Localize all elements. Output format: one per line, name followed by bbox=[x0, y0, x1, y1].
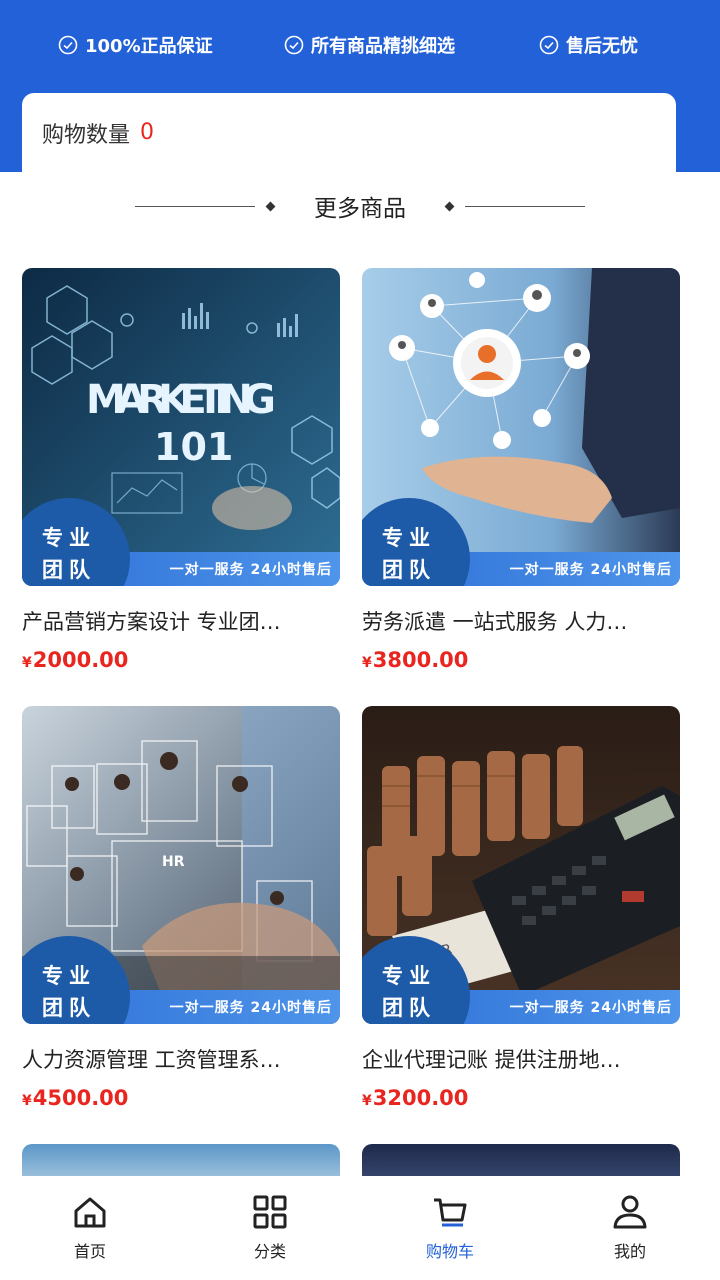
badge-line: 团队 bbox=[42, 996, 96, 1020]
product-card[interactable]: 一对一服务 24小时售后 专业 团队 劳务派遣 一站式服务 人力… ¥3800.… bbox=[362, 268, 680, 672]
svg-text:101: 101 bbox=[154, 425, 233, 469]
guarantee-aftersale: 售后无忧 bbox=[539, 32, 638, 58]
tab-label: 首页 bbox=[73, 1242, 106, 1261]
product-price: ¥3800.00 bbox=[362, 648, 680, 672]
badge-line: 专业 bbox=[382, 526, 436, 550]
guarantee-label: 100%正品保证 bbox=[85, 36, 213, 57]
price-value: 4500.00 bbox=[32, 1086, 129, 1110]
cart-icon bbox=[434, 1198, 467, 1227]
badge-line: 团队 bbox=[382, 558, 436, 582]
tab-label: 分类 bbox=[253, 1242, 286, 1261]
product-title[interactable]: 企业代理记账 提供注册地… bbox=[362, 1044, 680, 1074]
product-price: ¥4500.00 bbox=[22, 1086, 340, 1110]
cart-count-value: 0 bbox=[140, 120, 155, 145]
section-header: 更多商品 bbox=[0, 186, 720, 226]
home-icon bbox=[74, 1197, 106, 1228]
product-price: ¥3200.00 bbox=[362, 1086, 680, 1110]
bottom-tab-bar: 首页 分类 购物车 我的 bbox=[0, 1176, 720, 1280]
check-circle-icon bbox=[539, 35, 559, 55]
cart-summary[interactable]: 购物数量 0 bbox=[22, 93, 676, 172]
diamond-icon bbox=[444, 201, 455, 211]
section-title: 更多商品 bbox=[314, 196, 406, 222]
product-image[interactable]: HR 一对一服务 24小时售后 专业 团队 bbox=[22, 706, 340, 1024]
badge-line: 团队 bbox=[42, 558, 96, 582]
tab-label: 购物车 bbox=[425, 1242, 474, 1261]
diamond-icon bbox=[265, 201, 276, 211]
product-image[interactable]: AR 一对一服务 24小时售后 专业 团队 bbox=[362, 706, 680, 1024]
tab-cart[interactable]: 购物车 bbox=[360, 1176, 540, 1280]
user-icon bbox=[613, 1195, 647, 1229]
tab-category[interactable]: 分类 bbox=[180, 1176, 360, 1280]
product-card[interactable]: AR 一对一服务 24小时售后 专业 团队 企业代理记账 提供注册地… ¥320… bbox=[362, 706, 680, 1110]
product-image[interactable]: MARKETING 101 一对一服务 24小时售后 专业 团队 bbox=[22, 268, 340, 586]
product-title[interactable]: 产品营销方案设计 专业团… bbox=[22, 606, 340, 636]
badge-line: 专业 bbox=[382, 964, 436, 988]
guarantee-bar: 100%正品保证 所有商品精挑细选 售后无忧 bbox=[0, 28, 720, 62]
product-title[interactable]: 人力资源管理 工资管理系… bbox=[22, 1044, 340, 1074]
price-value: 3200.00 bbox=[372, 1086, 469, 1110]
tab-home[interactable]: 首页 bbox=[0, 1176, 180, 1280]
cart-count-label: 购物数量 bbox=[42, 122, 131, 148]
svg-text:HR: HR bbox=[162, 854, 185, 870]
product-card[interactable]: HR 一对一服务 24小时售后 专业 团队 人力资源管理 工资管理系… ¥450… bbox=[22, 706, 340, 1110]
currency-symbol: ¥ bbox=[362, 655, 372, 671]
currency-symbol: ¥ bbox=[22, 1093, 32, 1109]
badge-line: 专业 bbox=[42, 964, 96, 988]
check-circle-icon bbox=[58, 35, 78, 55]
product-price: ¥2000.00 bbox=[22, 648, 340, 672]
guarantee-selected: 所有商品精挑细选 bbox=[284, 32, 455, 58]
guarantee-authentic: 100%正品保证 bbox=[58, 32, 213, 58]
product-image[interactable]: 一对一服务 24小时售后 专业 团队 bbox=[362, 268, 680, 586]
badge-line: 专业 bbox=[42, 526, 96, 550]
currency-symbol: ¥ bbox=[22, 655, 32, 671]
product-card[interactable]: MARKETING 101 一对一服务 24小时售后 专业 团队 产品营销方案设… bbox=[22, 268, 340, 672]
guarantee-label: 售后无忧 bbox=[566, 36, 638, 57]
guarantee-label: 所有商品精挑细选 bbox=[311, 36, 455, 57]
grid-icon bbox=[253, 1195, 287, 1229]
check-circle-icon bbox=[284, 35, 304, 55]
product-title[interactable]: 劳务派遣 一站式服务 人力… bbox=[362, 606, 680, 636]
tab-label: 我的 bbox=[613, 1242, 646, 1261]
price-value: 3800.00 bbox=[372, 648, 469, 672]
badge-line: 团队 bbox=[382, 996, 436, 1020]
tab-profile[interactable]: 我的 bbox=[540, 1176, 720, 1280]
divider bbox=[465, 205, 585, 207]
svg-text:MARKETING: MARKETING bbox=[86, 377, 276, 423]
price-value: 2000.00 bbox=[32, 648, 129, 672]
currency-symbol: ¥ bbox=[362, 1093, 372, 1109]
divider bbox=[135, 205, 255, 207]
